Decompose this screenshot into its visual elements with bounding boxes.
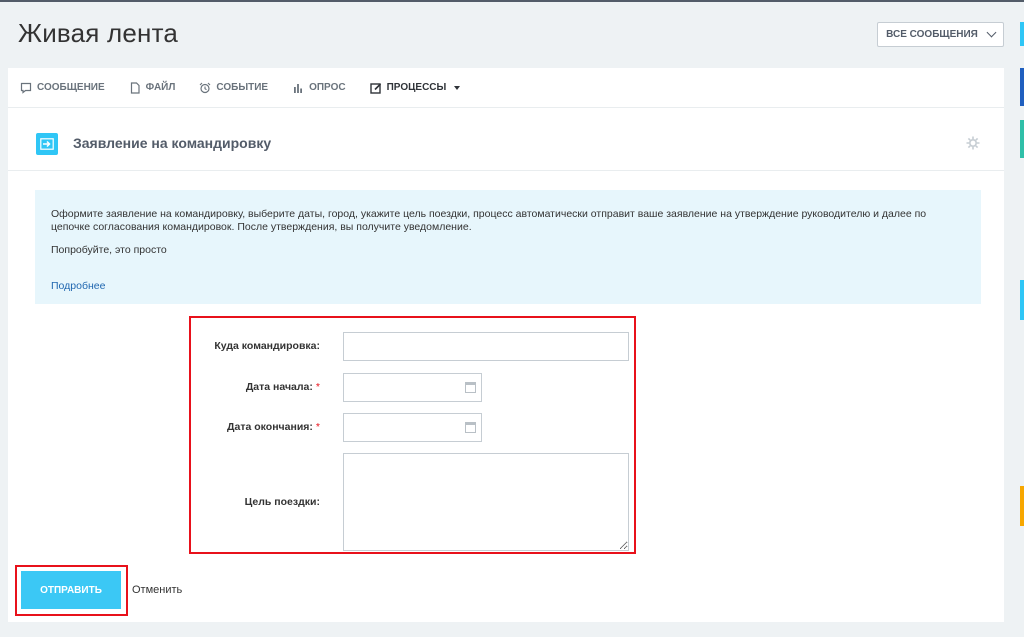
filter-dropdown[interactable]: ВСЕ СООБЩЕНИЯ <box>877 22 1004 47</box>
start-date-label: Дата начала: * <box>245 381 320 393</box>
start-date-input[interactable] <box>343 373 482 402</box>
required-mark: * <box>315 421 320 433</box>
process-icon <box>36 133 58 155</box>
tab-event[interactable]: СОБЫТИЕ <box>199 82 268 94</box>
form-title: Заявление на командировку <box>73 135 272 151</box>
calendar-icon[interactable] <box>465 422 476 433</box>
bar-chart-icon <box>294 83 303 93</box>
side-strip-lightblue[interactable] <box>1020 280 1024 320</box>
side-strip-darkblue[interactable] <box>1020 68 1024 106</box>
file-icon <box>130 81 140 94</box>
end-date-label: Дата окончания: * <box>227 421 320 433</box>
info-box: Оформите заявление на командировку, выбе… <box>35 190 981 304</box>
tab-label: ФАЙЛ <box>145 82 176 93</box>
speech-bubble-icon <box>20 82 32 94</box>
calendar-icon[interactable] <box>465 382 476 393</box>
chevron-down-icon <box>986 27 997 38</box>
alarm-clock-icon <box>199 82 211 93</box>
caret-down-icon <box>454 85 461 90</box>
tab-label: ОПРОС <box>309 82 346 93</box>
tab-message[interactable]: СООБЩЕНИЕ <box>20 82 105 94</box>
submit-button[interactable]: ОТПРАВИТЬ <box>21 571 121 609</box>
post-form-panel: СООБЩЕНИЕ ФАЙЛ СОБЫТИЕ ОПРОС ПРОЦЕССЫ За… <box>8 68 1004 622</box>
gear-icon[interactable] <box>966 136 980 150</box>
required-mark: * <box>315 381 320 393</box>
tab-processes[interactable]: ПРОЦЕССЫ <box>369 82 461 94</box>
end-date-input[interactable] <box>343 413 482 442</box>
tab-poll[interactable]: ОПРОС <box>292 82 346 94</box>
destination-input[interactable] <box>343 332 629 361</box>
tab-file[interactable]: ФАЙЛ <box>129 81 176 94</box>
post-type-tabs: СООБЩЕНИЕ ФАЙЛ СОБЫТИЕ ОПРОС ПРОЦЕССЫ <box>8 68 1004 108</box>
purpose-textarea[interactable] <box>343 453 629 551</box>
side-strip-teal[interactable] <box>1020 120 1024 158</box>
side-strip-orange[interactable] <box>1020 486 1024 526</box>
filter-label: ВСЕ СООБЩЕНИЯ <box>886 29 978 40</box>
form-fields-highlight: Куда командировка: Дата начала: * Дата ок… <box>189 316 636 554</box>
tab-label: ПРОЦЕССЫ <box>386 82 447 93</box>
cancel-link[interactable]: Отменить <box>132 584 182 596</box>
purpose-label: Цель поездки: <box>244 496 320 508</box>
form-header: Заявление на командировку <box>8 117 1004 171</box>
tab-label: СОБЫТИЕ <box>216 82 269 93</box>
more-link[interactable]: Подробнее <box>51 280 105 293</box>
page-title: Живая лента <box>18 18 179 48</box>
edit-icon <box>369 82 381 94</box>
side-strip-blue[interactable] <box>1020 22 1024 46</box>
info-text: Оформите заявление на командировку, выбе… <box>51 208 927 233</box>
tab-label: СООБЩЕНИЕ <box>37 82 105 93</box>
top-bar-line <box>0 0 1024 2</box>
info-hint: Попробуйте, это просто <box>51 244 167 256</box>
destination-label: Куда командировка: <box>214 340 320 352</box>
